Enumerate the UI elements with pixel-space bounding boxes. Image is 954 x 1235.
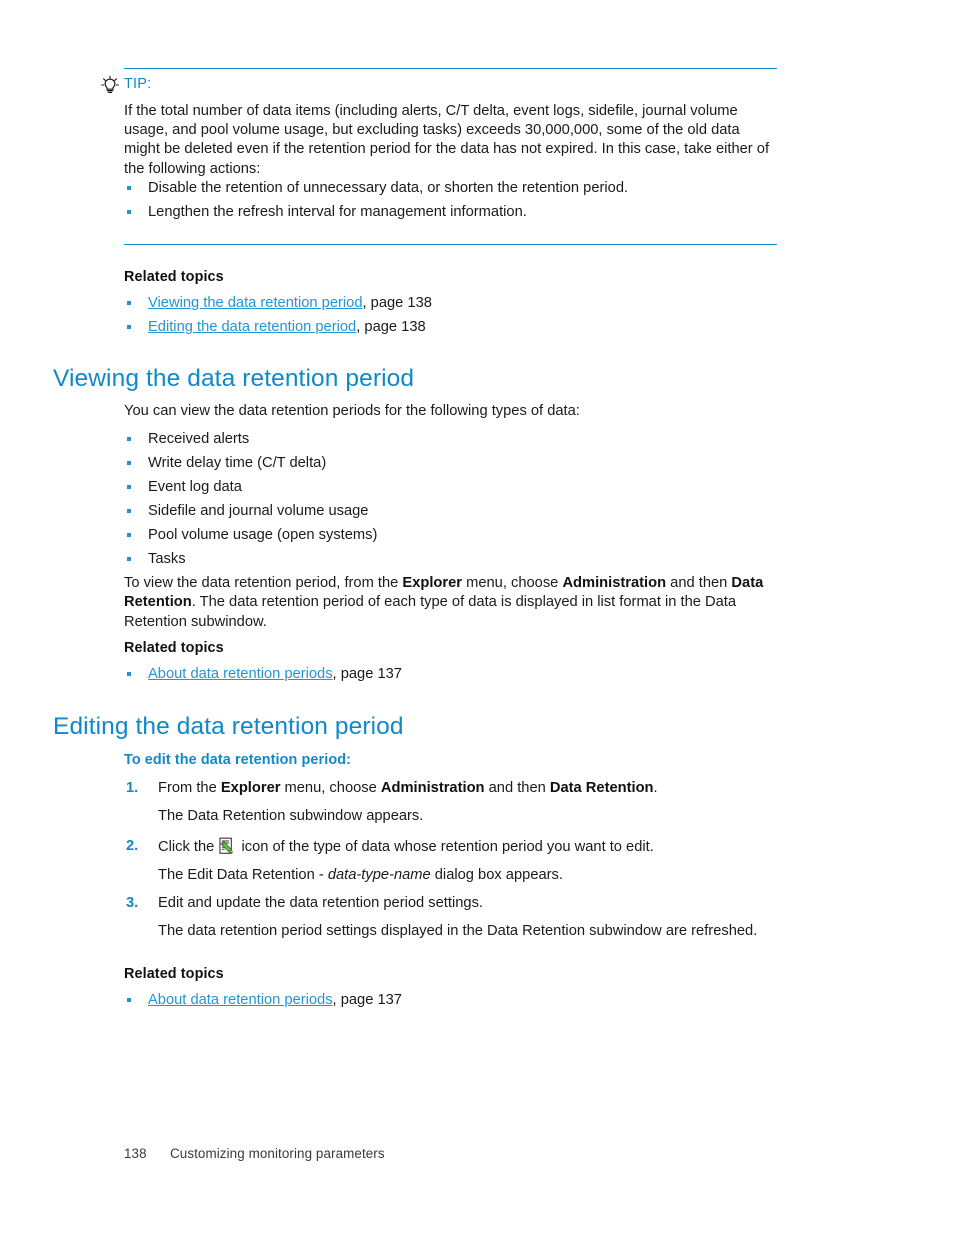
list-item: Viewing the data retention period, page …: [124, 294, 804, 313]
related-topics-list: About data retention periods, page 137: [124, 665, 804, 684]
cross-reference-link[interactable]: Editing the data retention period: [148, 319, 356, 335]
list-item-text: Tasks: [148, 551, 186, 567]
list-item-text: Write delay time (C/T delta): [148, 455, 327, 471]
list-item: Event log data: [124, 478, 724, 497]
procedure-steps: 1. From the Explorer menu, choose Admini…: [124, 779, 814, 951]
text-run: From the: [158, 780, 221, 796]
list-item: Tasks: [124, 550, 724, 569]
bullet-marker: [127, 437, 131, 441]
bullet-marker: [127, 209, 131, 214]
bullet-marker: [127, 301, 131, 305]
text-run: Click the: [158, 838, 219, 855]
tip-bullet-list: Disable the retention of unnecessary dat…: [124, 179, 777, 222]
tip-bottom-rule: [124, 243, 777, 245]
text-run: . The data retention period of each type…: [124, 594, 737, 630]
tip-header: TIP:: [101, 74, 777, 98]
page-footer: 138 Customizing monitoring parameters: [124, 1146, 385, 1161]
edit-document-icon[interactable]: [219, 837, 236, 855]
tip-top-rule: [124, 68, 777, 69]
bullet-marker: [127, 485, 131, 489]
bullet-marker: [127, 509, 131, 513]
bullet-marker: [127, 325, 131, 329]
step-result-text: The Data Retention subwindow appears.: [158, 808, 424, 825]
related-topics-list: About data retention periods, page 137: [124, 991, 804, 1010]
section-heading-editing: Editing the data retention period: [53, 713, 404, 740]
cross-reference-link[interactable]: Viewing the data retention period: [148, 295, 362, 311]
list-item: Lengthen the refresh interval for manage…: [124, 203, 777, 222]
related-topics-block-editing: Related topics About data retention peri…: [124, 966, 804, 1010]
procedure-step: 1. From the Explorer menu, choose Admini…: [124, 779, 814, 827]
text-run: menu, choose: [462, 575, 563, 591]
procedure-step: 3. Edit and update the data retention pe…: [124, 894, 814, 942]
step-number: 1.: [126, 780, 139, 796]
menu-item-administration: Administration: [562, 575, 667, 591]
section-heading-viewing: Viewing the data retention period: [53, 365, 415, 392]
menu-name-explorer: Explorer: [402, 575, 462, 591]
lightbulb-icon: [100, 75, 120, 95]
text-run: To view the data retention period, from …: [124, 575, 403, 591]
document-page: TIP: If the total number of data items (…: [0, 0, 954, 1235]
text-run: The Edit Data Retention -: [158, 867, 328, 884]
cross-reference-page: , page 138: [362, 295, 432, 311]
list-item: Write delay time (C/T delta): [124, 454, 724, 473]
menu-item-data-retention: Data Retention: [549, 780, 654, 796]
list-item: Disable the retention of unnecessary dat…: [124, 179, 777, 198]
tip-callout: TIP: If the total number of data items (…: [101, 68, 777, 245]
cross-reference-link[interactable]: About data retention periods: [148, 666, 333, 682]
related-topics-title: Related topics: [124, 966, 224, 982]
related-topics-title: Related topics: [124, 640, 224, 656]
related-topics-title: Related topics: [124, 269, 224, 285]
list-item-text: Sidefile and journal volume usage: [148, 503, 369, 519]
footer-page-number: 138: [124, 1146, 147, 1161]
list-item-text: Disable the retention of unnecessary dat…: [148, 179, 629, 196]
tip-label: TIP:: [124, 76, 152, 92]
list-item-text: Pool volume usage (open systems): [148, 527, 378, 543]
procedure-title: To edit the data retention period:: [124, 752, 351, 768]
cross-reference-page: , page 137: [332, 992, 402, 1008]
tip-body-text: If the total number of data items (inclu…: [124, 103, 770, 177]
list-item: Pool volume usage (open systems): [124, 526, 724, 545]
step-number: 2.: [126, 837, 139, 854]
list-item: About data retention periods, page 137: [124, 991, 804, 1010]
list-item-text: Lengthen the refresh interval for manage…: [148, 203, 527, 220]
list-item: Sidefile and journal volume usage: [124, 502, 724, 521]
text-run: Edit and update the data retention perio…: [158, 894, 483, 911]
list-item-text: Received alerts: [148, 431, 250, 447]
text-run: dialog box appears.: [430, 867, 563, 884]
text-run: .: [653, 780, 658, 796]
text-run: menu, choose: [280, 780, 381, 796]
text-run: and then: [484, 780, 550, 796]
cross-reference-page: , page 137: [332, 666, 402, 682]
viewing-instructions-paragraph: To view the data retention period, from …: [124, 574, 802, 632]
placeholder-variable: data-type-name: [327, 867, 431, 884]
procedure-step: 2. Click the icon of the type of data wh…: [124, 837, 814, 886]
bullet-marker: [127, 461, 131, 465]
menu-name-explorer: Explorer: [220, 780, 281, 796]
bullet-marker: [127, 185, 131, 190]
menu-item-administration: Administration: [380, 780, 485, 796]
list-item: Editing the data retention period, page …: [124, 318, 804, 337]
related-topics-list: Viewing the data retention period, page …: [124, 294, 804, 337]
cross-reference-link[interactable]: About data retention periods: [148, 992, 333, 1008]
step-result-text: The data retention period settings displ…: [158, 923, 758, 940]
related-topics-block-top: Related topics Viewing the data retentio…: [124, 269, 804, 337]
data-type-list: Received alerts Write delay time (C/T de…: [124, 430, 724, 569]
text-run: icon of the type of data whose retention…: [237, 838, 654, 855]
bullet-marker: [127, 533, 131, 537]
step-result-text: The Edit Data Retention - data-type-name…: [158, 866, 814, 885]
bullet-marker: [127, 672, 131, 676]
list-item-text: Event log data: [148, 479, 242, 495]
text-run: and then: [666, 575, 732, 591]
cross-reference-page: , page 138: [356, 319, 426, 335]
related-topics-block-viewing: Related topics About data retention peri…: [124, 640, 804, 684]
list-item: About data retention periods, page 137: [124, 665, 804, 684]
step-number: 3.: [126, 894, 139, 911]
bullet-marker: [127, 998, 131, 1002]
list-item: Received alerts: [124, 430, 724, 449]
bullet-marker: [127, 557, 131, 561]
footer-chapter-title: Customizing monitoring parameters: [170, 1146, 385, 1161]
viewing-intro-paragraph: You can view the data retention periods …: [124, 403, 580, 419]
